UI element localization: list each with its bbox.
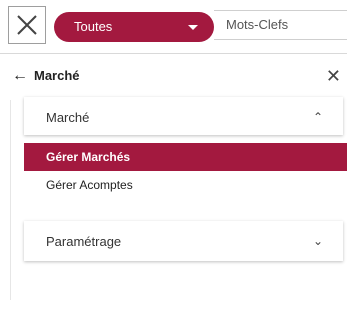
submenu-list: Gérer Marchés Gérer Acomptes	[24, 143, 347, 205]
section-label: Paramétrage	[46, 233, 122, 249]
section-parametrage[interactable]: Paramétrage ⌄	[24, 221, 343, 261]
keywords-input[interactable]	[214, 11, 346, 37]
panel-title: Marché	[34, 68, 80, 83]
section-label: Marché	[46, 109, 90, 125]
close-x-icon	[17, 15, 37, 35]
keywords-field[interactable]	[214, 10, 347, 40]
menu-item-gerer-marches[interactable]: Gérer Marchés	[24, 143, 347, 171]
top-bar: Toutes	[0, 0, 347, 54]
divider	[10, 100, 11, 300]
category-select[interactable]: Toutes	[54, 12, 214, 42]
close-button[interactable]	[8, 6, 46, 44]
category-select-value: Toutes	[74, 19, 113, 34]
chevron-up-icon: ⌃	[312, 110, 323, 124]
section-marche[interactable]: Marché ⌃	[24, 97, 343, 135]
panel-header: ← Marché ✕	[12, 66, 347, 88]
chevron-down-icon: ⌄	[312, 234, 323, 248]
menu-item-gerer-acomptes[interactable]: Gérer Acomptes	[24, 171, 347, 199]
close-icon[interactable]: ✕	[326, 66, 341, 86]
arrow-left-icon[interactable]: ←	[12, 66, 28, 86]
chevron-down-icon	[188, 25, 198, 30]
